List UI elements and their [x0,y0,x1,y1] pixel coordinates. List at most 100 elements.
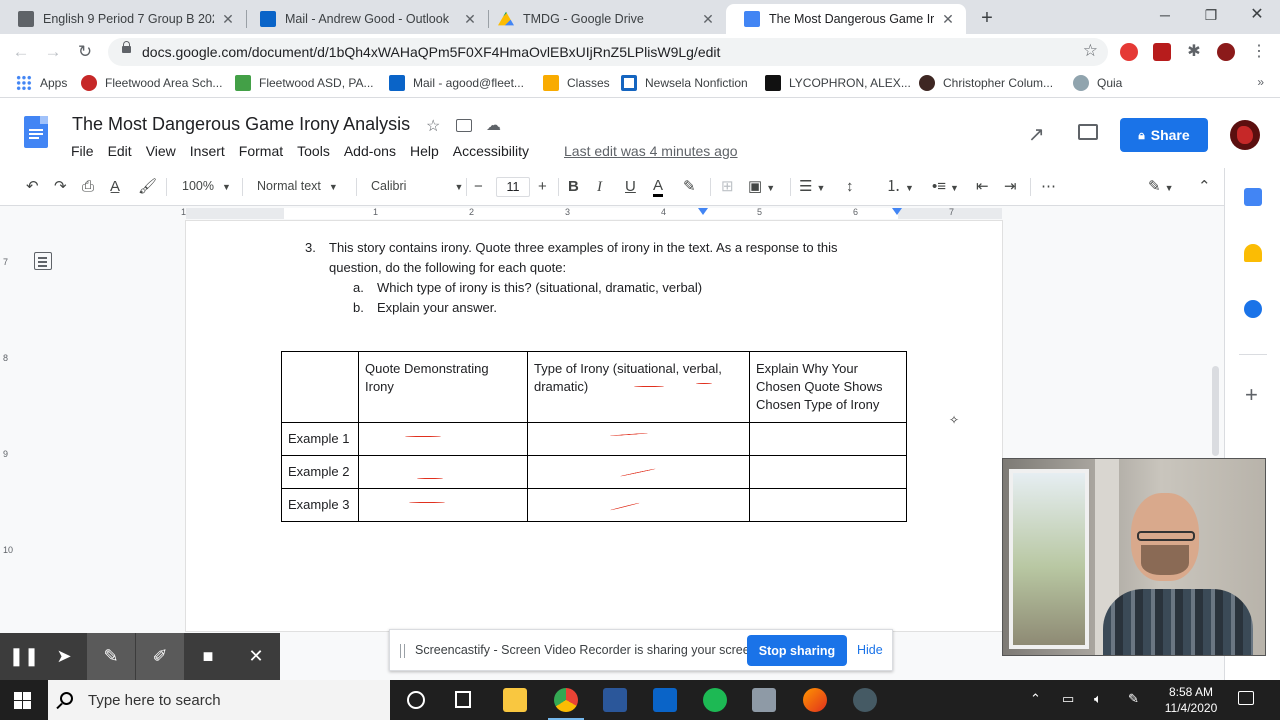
header-cell-type[interactable]: Type of Irony (situational, verbal, dram… [527,351,750,423]
tab-outlook[interactable]: Mail - Andrew Good - Outlook ✕ [242,4,488,34]
taskbar-search-box[interactable]: Type here to search [48,680,390,720]
cursor-icon[interactable]: ➤ [40,633,88,680]
stop-sharing-button[interactable]: Stop sharing [747,635,847,666]
numbered-list-icon[interactable]: ⒈ ▼ [886,177,914,198]
activity-trend-icon[interactable]: ↗ [1028,122,1045,147]
minimize-icon[interactable]: ─ [1142,4,1188,26]
header-cell-explain[interactable]: Explain Why Your Chosen Quote Shows Chos… [749,351,907,423]
notification-center-icon[interactable] [1238,691,1254,705]
profile-avatar-icon[interactable] [1217,43,1235,61]
task-view-icon[interactable] [455,691,471,708]
right-indent-marker[interactable] [892,208,902,215]
line-spacing-icon[interactable]: ↕ [846,177,854,197]
table-cell[interactable] [527,455,750,489]
bookmark-newsela[interactable]: Newsela Nonfiction [621,75,748,91]
table-cell[interactable] [749,422,907,456]
first-line-indent-marker[interactable] [698,208,708,215]
font-select[interactable]: Calibri ▼ [371,179,463,193]
row-label[interactable]: Example 2 [281,455,359,489]
print-icon[interactable]: ⎙ [82,177,94,197]
bold-icon[interactable]: B [568,177,579,197]
screencastify-extension-icon[interactable] [1120,43,1138,61]
account-avatar[interactable] [1230,120,1260,150]
spellcheck-icon[interactable]: A̲ [110,177,120,197]
header-cell-empty[interactable] [281,351,359,423]
pen-workspace-icon[interactable]: ✎ [1128,691,1139,707]
forward-arrow-icon[interactable]: → [42,41,64,63]
close-tab-icon[interactable]: ✕ [700,11,716,28]
table-cell[interactable] [749,488,907,522]
undo-icon[interactable]: ↶ [26,177,39,197]
menu-view[interactable]: View [139,141,183,161]
horizontal-ruler[interactable]: 1 1 2 3 4 5 6 7 [0,206,1224,221]
highlighter-icon[interactable]: ✐ [136,633,184,680]
row-label[interactable]: Example 1 [281,422,359,456]
camera-icon[interactable]: ■ [184,633,232,680]
volume-icon[interactable]: 🔈︎ [1094,691,1102,707]
bookmark-star-icon[interactable]: ☆ [1083,41,1098,61]
table-cell[interactable] [358,455,528,489]
word-icon[interactable] [603,688,627,712]
menu-help[interactable]: Help [403,141,446,161]
bookmark-fleetwood-area[interactable]: Fleetwood Area Sch... [81,75,222,91]
share-button[interactable]: 🔒︎ Share [1120,118,1208,152]
paragraph-style-select[interactable]: Normal text ▼ [257,179,338,193]
taskbar-clock[interactable]: 8:58 AM 11/4/2020 [1160,684,1222,716]
italic-icon[interactable]: I [597,177,602,197]
document-page[interactable]: 3. This story contains irony. Quote thre… [186,221,1002,631]
menu-edit[interactable]: Edit [101,141,139,161]
battery-icon[interactable]: ▭ [1062,691,1074,707]
cortana-icon[interactable] [407,691,425,709]
bookmark-fleetwood-asd[interactable]: Fleetwood ASD, PA... [235,75,374,91]
close-tab-icon[interactable]: ✕ [940,11,956,28]
add-addon-plus-icon[interactable]: + [1245,382,1258,408]
keep-icon[interactable] [1244,244,1262,262]
text-color-icon[interactable]: A [653,177,664,197]
windows-start-icon[interactable] [14,692,31,709]
bookmark-mail[interactable]: Mail - agood@fleet... [389,75,524,91]
close-tab-icon[interactable]: ✕ [462,11,478,28]
adobe-extension-icon[interactable] [1153,43,1171,61]
menu-insert[interactable]: Insert [183,141,232,161]
zoom-select[interactable]: 100% ▼ [182,179,231,193]
bulleted-list-icon[interactable]: •≡ ▼ [932,177,959,198]
font-size-input[interactable]: 11 [496,177,530,197]
page-scrollbar[interactable] [1212,366,1219,456]
editing-mode-pencil-icon[interactable]: ✎ ▼ [1148,177,1174,198]
bookmark-columbus[interactable]: Christopher Colum... [919,75,1053,91]
bookmark-quia[interactable]: Quia [1073,75,1122,91]
document-title[interactable]: The Most Dangerous Game Irony Analysis [72,114,410,135]
decrease-font-size-icon[interactable]: − [474,177,483,197]
close-tab-icon[interactable]: ✕ [220,11,236,28]
document-outline-icon[interactable] [34,252,52,270]
file-explorer-icon[interactable] [503,688,527,712]
tab-classroom[interactable]: English 9 Period 7 Group B 2020 ✕ [0,4,246,34]
bookmark-lycophron[interactable]: LYCOPHRON, ALEX... [765,75,911,91]
table-cell[interactable] [527,422,750,456]
chrome-icon[interactable] [548,688,584,720]
extensions-puzzle-icon[interactable]: ✱ [1185,43,1203,61]
drag-grip-icon[interactable] [400,644,405,658]
tab-docs-active[interactable]: The Most Dangerous Game Irony ✕ [726,4,966,34]
url-text[interactable]: docs.google.com/document/d/1bQh4xWAHaQPm… [142,44,720,60]
menu-accessibility[interactable]: Accessibility [446,141,536,161]
move-folder-icon[interactable] [456,119,472,132]
pen-icon[interactable]: ✎ [87,633,135,680]
outlook-icon[interactable] [653,688,677,712]
decrease-indent-icon[interactable]: ⇤ [976,177,989,197]
docs-logo-icon[interactable] [24,116,48,148]
redo-icon[interactable]: ↷ [54,177,67,197]
paint-format-icon[interactable]: 🖌︎ [138,177,157,197]
tasks-icon[interactable] [1244,300,1262,318]
insert-image-icon[interactable]: ▣ ▼ [748,177,775,198]
increase-font-size-icon[interactable]: + [538,177,547,197]
close-icon[interactable]: ✕ [232,633,280,680]
menu-format[interactable]: Format [232,141,290,161]
back-arrow-icon[interactable]: ← [10,41,32,63]
firefox-icon[interactable] [803,688,827,712]
restore-icon[interactable]: ❐ [1188,4,1234,26]
menu-addons[interactable]: Add-ons [337,141,403,161]
highlight-icon[interactable]: ✎ [683,177,696,197]
reload-icon[interactable]: ↻ [74,41,96,63]
table-cell[interactable] [358,422,528,456]
